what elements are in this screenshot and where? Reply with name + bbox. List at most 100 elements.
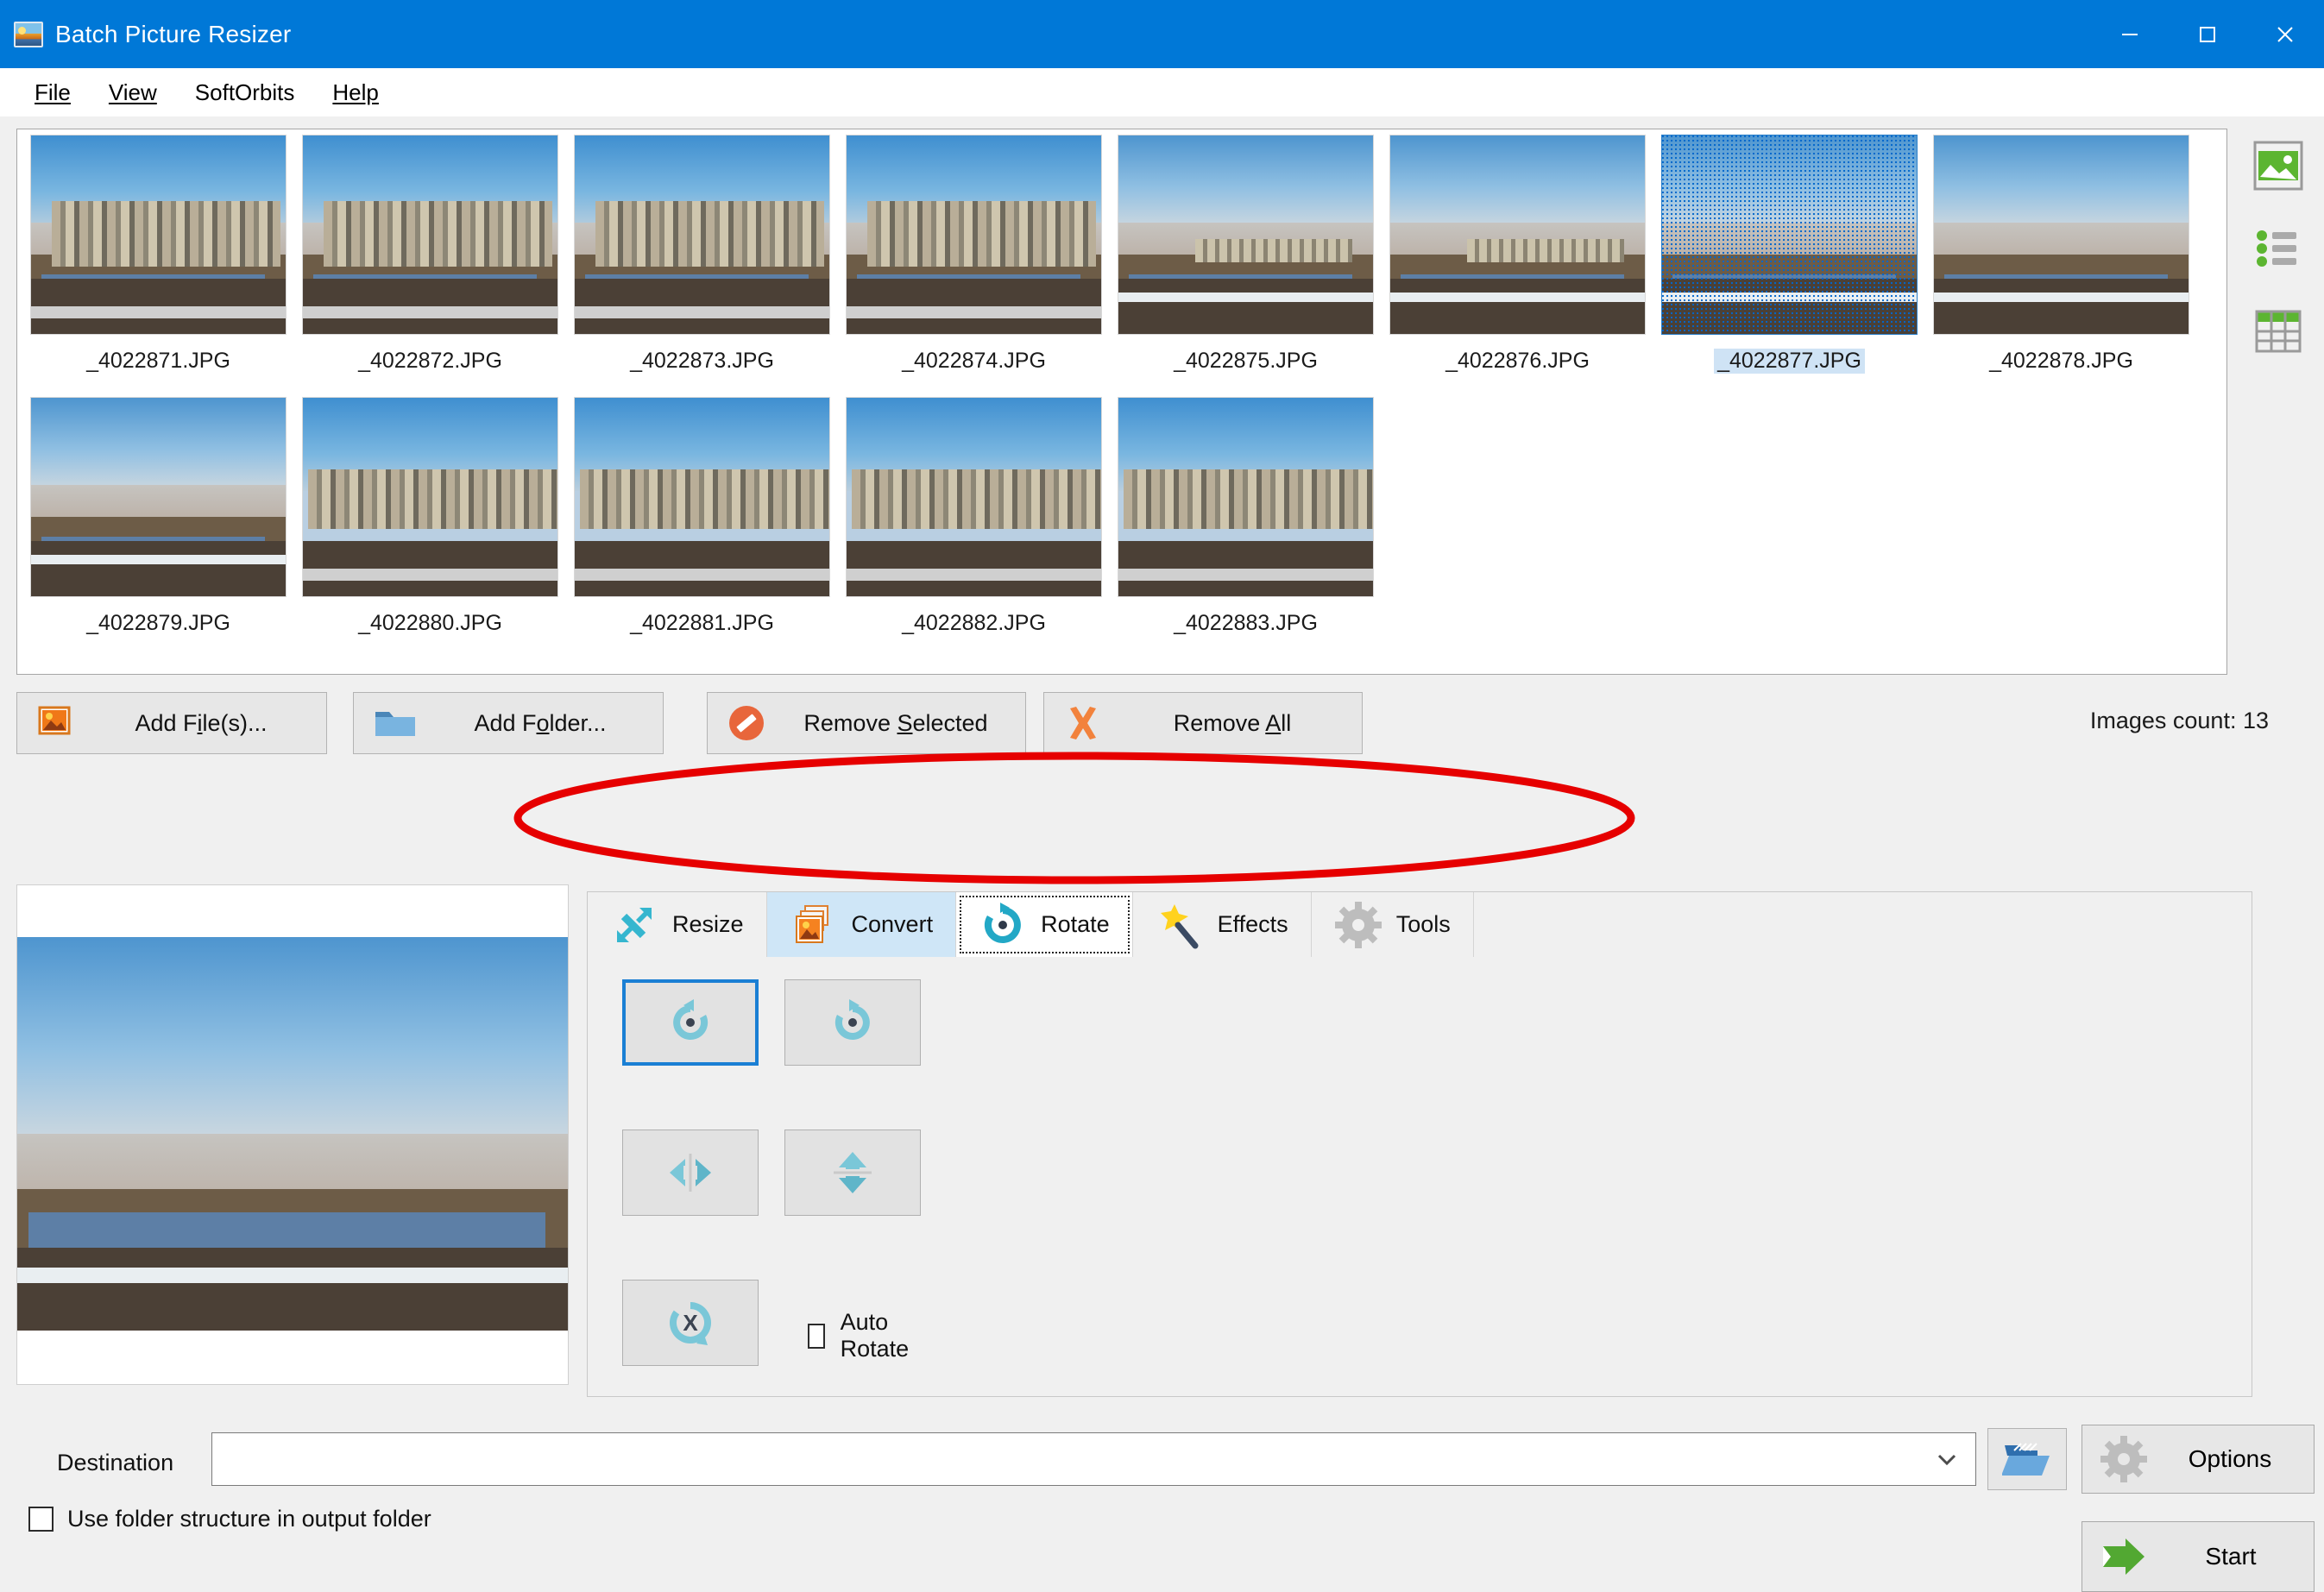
list-item[interactable]: _4022876.JPG — [1382, 135, 1653, 393]
thumbnail-row-1: _4022871.JPG _4022872.JPG _4022873.JPG _… — [17, 129, 2226, 393]
gear-icon — [1334, 901, 1382, 948]
thumbnail-caption: _4022877.JPG — [1714, 349, 1865, 374]
green-arrow-icon — [2103, 1539, 2145, 1575]
thumbnail-image — [846, 397, 1102, 597]
auto-rotate-option[interactable]: Auto Rotate — [808, 1309, 917, 1362]
menu-softorbits-label: SoftOrbits — [194, 79, 295, 105]
view-mode-bar — [2244, 129, 2313, 675]
thumbnail-image — [846, 135, 1102, 335]
list-item-selected[interactable]: _4022877.JPG — [1653, 135, 1925, 393]
list-item[interactable]: _4022873.JPG — [566, 135, 838, 393]
list-item[interactable]: _4022880.JPG — [294, 397, 566, 656]
remove-all-label: Remove All — [1173, 709, 1292, 736]
close-button[interactable] — [2246, 0, 2324, 68]
list-item[interactable]: _4022878.JPG — [1925, 135, 2197, 393]
window-controls — [2091, 0, 2324, 68]
destination-input[interactable] — [212, 1433, 1918, 1485]
remove-selected-label: Remove Selected — [803, 709, 988, 736]
tab-resize[interactable]: Resize — [588, 892, 767, 957]
auto-rotate-label: Auto Rotate — [840, 1309, 910, 1362]
maximize-button[interactable] — [2169, 0, 2246, 68]
start-label: Start — [2205, 1543, 2257, 1570]
menu-help-label: Help — [332, 79, 379, 105]
chevron-down-icon[interactable] — [1918, 1444, 1975, 1474]
thumbnail-caption: _4022878.JPG — [1989, 349, 2133, 373]
browse-destination-button[interactable] — [1987, 1428, 2067, 1490]
convert-image-icon — [795, 904, 828, 943]
list-view-button[interactable] — [2250, 220, 2307, 277]
table-view-button[interactable] — [2250, 303, 2307, 360]
tab-resize-label: Resize — [672, 911, 744, 937]
menu-file[interactable]: File — [16, 76, 90, 110]
thumbnail-caption: _4022873.JPG — [630, 349, 774, 373]
remove-all-icon — [1070, 707, 1096, 739]
thumbnail-caption: _4022880.JPG — [358, 611, 502, 635]
thumbnail-caption: _4022882.JPG — [902, 611, 1046, 635]
rotate-icon — [984, 902, 1021, 943]
menu-softorbits[interactable]: SoftOrbits — [176, 76, 314, 110]
destination-combo[interactable] — [211, 1432, 1976, 1486]
thumbnail-image — [1118, 397, 1374, 597]
magic-wand-icon — [1160, 903, 1199, 948]
rotate-right-button[interactable] — [784, 979, 921, 1066]
auto-rotate-checkbox[interactable] — [808, 1323, 825, 1349]
flip-horizontal-button[interactable] — [622, 1130, 759, 1216]
list-item[interactable]: _4022874.JPG — [838, 135, 1110, 393]
window-title: Batch Picture Resizer — [55, 20, 292, 47]
folder-icon — [375, 712, 415, 736]
list-item[interactable]: _4022882.JPG — [838, 397, 1110, 656]
menu-bar: File View SoftOrbits Help — [0, 68, 2324, 116]
flip-h-icon — [670, 1154, 711, 1192]
flip-vertical-button[interactable] — [784, 1130, 921, 1216]
use-folder-structure-label: Use folder structure in output folder — [67, 1506, 431, 1532]
options-label: Options — [2188, 1445, 2272, 1472]
menu-help[interactable]: Help — [313, 76, 397, 110]
list-item[interactable]: _4022875.JPG — [1110, 135, 1382, 393]
rotate-cw-icon — [834, 999, 870, 1040]
thumbnail-image — [1118, 135, 1374, 335]
list-icon — [2257, 230, 2296, 267]
remove-all-button[interactable]: Remove All — [1043, 692, 1363, 754]
thumbnail-image — [1933, 135, 2189, 335]
start-button[interactable]: Start — [2082, 1521, 2315, 1592]
tab-convert[interactable]: Convert — [766, 892, 957, 957]
thumbnail-view-button[interactable] — [2250, 137, 2307, 194]
thumbnail-image — [302, 135, 558, 335]
tab-tools[interactable]: Tools — [1312, 892, 1474, 957]
thumbnail-caption: _4022874.JPG — [902, 349, 1046, 373]
remove-selected-button[interactable]: Remove Selected — [707, 692, 1026, 754]
list-item[interactable]: _4022872.JPG — [294, 135, 566, 393]
menu-file-label: File — [35, 79, 71, 105]
preview-image — [17, 937, 568, 1331]
gear-icon — [2100, 1436, 2147, 1482]
add-folder-label: Add Folder... — [474, 709, 607, 736]
list-item[interactable]: _4022879.JPG — [22, 397, 294, 656]
add-folder-button[interactable]: Add Folder... — [353, 692, 664, 754]
options-button[interactable]: Options — [2082, 1425, 2315, 1494]
thumbnail-image — [1389, 135, 1646, 335]
destination-label: Destination — [57, 1450, 174, 1476]
menu-view[interactable]: View — [90, 76, 176, 110]
image-preview-pane — [16, 884, 569, 1385]
use-folder-structure-option[interactable]: Use folder structure in output folder — [28, 1506, 431, 1532]
rotate-left-button[interactable] — [622, 979, 759, 1066]
thumbnail-caption: _4022883.JPG — [1174, 611, 1318, 635]
thumbnail-list[interactable]: _4022871.JPG _4022872.JPG _4022873.JPG _… — [16, 129, 2227, 675]
tab-effects[interactable]: Effects — [1133, 892, 1312, 957]
list-item[interactable]: _4022883.JPG — [1110, 397, 1382, 656]
use-folder-structure-checkbox[interactable] — [28, 1507, 54, 1532]
add-files-button[interactable]: Add File(s)... — [16, 692, 327, 754]
tab-rotate[interactable]: Rotate — [956, 892, 1133, 957]
minimize-button[interactable] — [2091, 0, 2169, 68]
thumbnail-image — [302, 397, 558, 597]
list-item[interactable]: _4022871.JPG — [22, 135, 294, 393]
reset-rotation-button[interactable]: X — [622, 1280, 759, 1366]
thumbnail-caption: _4022881.JPG — [630, 611, 774, 635]
thumbnail-caption: _4022871.JPG — [86, 349, 230, 373]
thumbnail-image — [574, 397, 830, 597]
list-item[interactable]: _4022881.JPG — [566, 397, 838, 656]
thumbnail-image — [574, 135, 830, 335]
thumbnail-image — [30, 135, 287, 335]
open-folder-icon — [2002, 1443, 2050, 1476]
add-files-label: Add File(s)... — [135, 709, 268, 736]
